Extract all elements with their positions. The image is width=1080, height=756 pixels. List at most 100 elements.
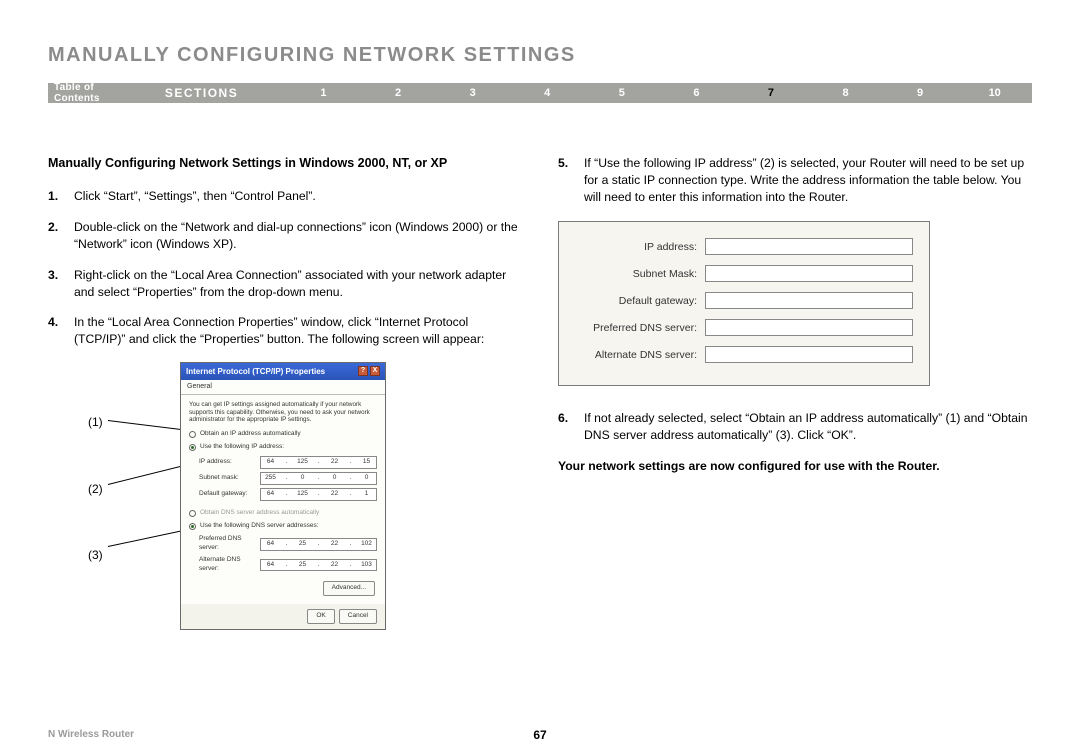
field-label: IP address: [575,240,705,254]
dot-icon: . [279,474,294,483]
radio-use-dns[interactable] [189,523,196,530]
section-subhead: Manually Configuring Network Settings in… [48,155,522,172]
advanced-button[interactable]: Advanced... [323,581,375,596]
step-number: 6. [558,410,584,444]
nav-section-10[interactable]: 10 [957,87,1032,99]
radio-label: Use the following IP address: [200,443,284,452]
section-navbar: Table of Contents SECTIONS 1 2 3 4 5 6 7… [48,83,1032,103]
nav-section-7[interactable]: 7 [734,87,809,99]
ip-octet: 22 [327,540,342,549]
dialog-illustration: (1) (2) (3) Internet Protocol (TCP/IP) P… [48,362,522,612]
ip-octet: 25 [295,561,310,570]
dot-icon: . [343,561,358,570]
dialog-tab-general[interactable]: General [181,380,385,395]
ip-address-field[interactable]: 64. 125. 22. 15 [260,456,377,469]
ip-octet: 0 [295,474,310,483]
ip-octet: 1 [359,490,374,499]
radio-obtain-ip[interactable] [189,431,196,438]
field-label: Default gateway: [575,294,705,308]
step-6: 6. If not already selected, select “Obta… [558,410,1032,444]
page-footer: N Wireless Router 67 [48,729,1032,740]
step-text: If not already selected, select “Obtain … [584,410,1032,444]
step-number: 1. [48,188,74,205]
alternate-dns-input[interactable] [705,346,913,363]
radio-label: Use the following DNS server addresses: [200,522,319,531]
ip-octet: 22 [327,561,342,570]
ip-octet: 255 [263,474,278,483]
dialog-title: Internet Protocol (TCP/IP) Properties [186,366,325,377]
dot-icon: . [343,474,358,483]
field-label: Alternate DNS server: [575,348,705,362]
final-statement: Your network settings are now configured… [558,458,1032,475]
ip-octet: 64 [263,561,278,570]
dot-icon: . [311,561,326,570]
subnet-mask-input[interactable] [705,265,913,282]
step-2: 2. Double-click on the “Network and dial… [48,219,522,253]
dot-icon: . [343,540,358,549]
callout-3: (3) [88,547,103,564]
field-label: Alternate DNS server: [199,556,260,574]
nav-section-3[interactable]: 3 [435,87,510,99]
dot-icon: . [311,474,326,483]
alternate-dns-field[interactable]: 64. 25. 22. 103 [260,559,377,572]
ip-octet: 64 [263,490,278,499]
page-number: 67 [533,728,546,742]
callout-1: (1) [88,414,103,431]
nav-section-2[interactable]: 2 [361,87,436,99]
ip-octet: 22 [327,458,342,467]
step-number: 3. [48,267,74,301]
dot-icon: . [343,458,358,467]
preferred-dns-field[interactable]: 64. 25. 22. 102 [260,538,377,551]
ip-octet: 125 [295,490,310,499]
dot-icon: . [343,490,358,499]
ok-button[interactable]: OK [307,609,334,624]
step-text: Click “Start”, “Settings”, then “Control… [74,188,316,205]
ip-address-input[interactable] [705,238,913,255]
radio-label: Obtain DNS server address automatically [200,509,319,518]
callout-2: (2) [88,481,103,498]
cancel-button[interactable]: Cancel [339,609,377,624]
help-icon[interactable]: ? [358,366,368,376]
page-title: MANUALLY CONFIGURING NETWORK SETTINGS [48,44,1032,67]
field-label: Preferred DNS server: [575,321,705,335]
nav-sections-label: SECTIONS [165,86,286,100]
ip-octet: 25 [295,540,310,549]
step-1: 1. Click “Start”, “Settings”, then “Cont… [48,188,522,205]
step-3: 3. Right-click on the “Local Area Connec… [48,267,522,301]
nav-section-6[interactable]: 6 [659,87,734,99]
dot-icon: . [311,540,326,549]
radio-use-ip[interactable] [189,444,196,451]
tcpip-properties-dialog: Internet Protocol (TCP/IP) Properties ? … [180,362,386,630]
step-number: 2. [48,219,74,253]
nav-section-8[interactable]: 8 [808,87,883,99]
nav-section-5[interactable]: 5 [585,87,660,99]
close-icon[interactable]: X [370,366,380,376]
field-label: Subnet Mask: [575,267,705,281]
dot-icon: . [279,490,294,499]
default-gateway-field[interactable]: 64. 125. 22. 1 [260,488,377,501]
ip-octet: 64 [263,458,278,467]
left-column: Manually Configuring Network Settings in… [48,155,522,612]
field-label: Preferred DNS server: [199,535,260,553]
preferred-dns-input[interactable] [705,319,913,336]
ip-octet: 102 [359,540,374,549]
field-label: Subnet mask: [199,474,260,483]
dialog-description: You can get IP settings assigned automat… [189,401,377,425]
dot-icon: . [311,490,326,499]
right-column: 5. If “Use the following IP address” (2)… [558,155,1032,612]
step-4: 4. In the “Local Area Connection Propert… [48,314,522,348]
dot-icon: . [279,458,294,467]
step-5: 5. If “Use the following IP address” (2)… [558,155,1032,205]
dot-icon: . [279,561,294,570]
nav-section-9[interactable]: 9 [883,87,958,99]
radio-label: Obtain an IP address automatically [200,430,301,439]
ip-octet: 64 [263,540,278,549]
default-gateway-input[interactable] [705,292,913,309]
nav-section-4[interactable]: 4 [510,87,585,99]
nav-section-1[interactable]: 1 [286,87,361,99]
step-number: 5. [558,155,584,205]
step-text: Double-click on the “Network and dial-up… [74,219,522,253]
nav-toc-link[interactable]: Table of Contents [54,82,165,104]
subnet-mask-field[interactable]: 255. 0. 0. 0 [260,472,377,485]
ip-octet: 0 [327,474,342,483]
